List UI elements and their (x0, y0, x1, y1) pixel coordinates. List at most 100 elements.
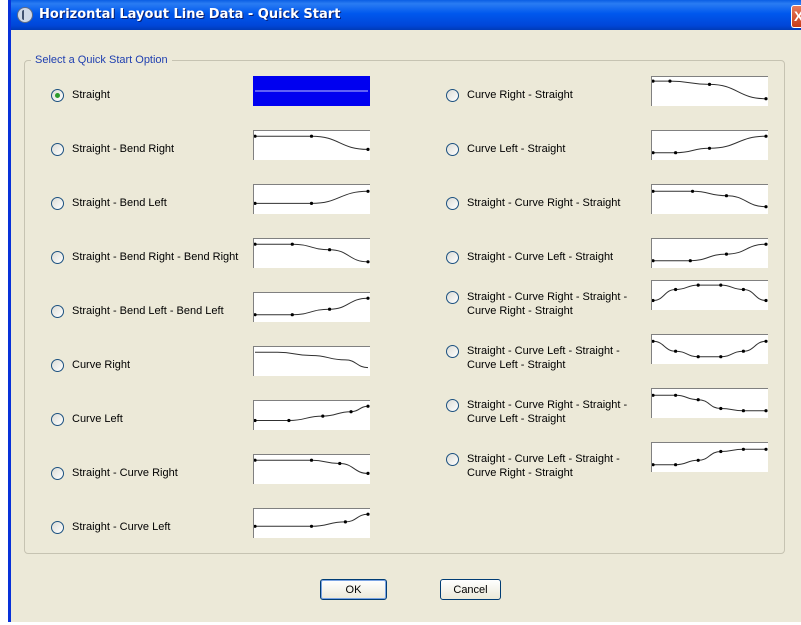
alignment-point (254, 313, 257, 317)
radio-button[interactable] (446, 453, 459, 466)
option-label: Straight - Bend Left (72, 197, 167, 209)
radio-button[interactable] (51, 467, 64, 480)
alignment-preview[interactable] (651, 184, 768, 214)
alignment-point (652, 463, 655, 467)
radio-button[interactable] (51, 359, 64, 372)
option-curve-right[interactable]: Curve Right (51, 358, 130, 372)
radio-button[interactable] (446, 399, 459, 412)
alignment-line (254, 405, 369, 421)
alignment-point (652, 151, 655, 155)
alignment-preview-graphic (652, 79, 768, 101)
alignment-preview[interactable] (651, 76, 768, 106)
option-straight-bend-left[interactable]: Straight - Bend Left (51, 196, 167, 210)
alignment-preview-graphic (254, 512, 370, 528)
option-straight-curve-left-straight-curve-left-straight[interactable]: Straight - Curve Left - Straight - Curve… (446, 344, 620, 372)
alignment-preview[interactable] (253, 238, 370, 268)
radio-button[interactable] (51, 89, 64, 102)
alignment-line (653, 135, 767, 154)
alignment-point (254, 524, 257, 528)
option-curve-left[interactable]: Curve Left (51, 412, 123, 426)
alignment-point (764, 205, 768, 209)
alignment-preview[interactable] (253, 130, 370, 160)
alignment-preview[interactable] (651, 130, 768, 160)
option-straight-bend-right[interactable]: Straight - Bend Right (51, 142, 174, 156)
alignment-point (674, 151, 678, 155)
option-label: Straight - Bend Right (72, 143, 175, 155)
option-label: Straight - Curve Left - Straight - Curve… (467, 453, 620, 479)
alignment-point (366, 260, 370, 264)
alignment-point (707, 82, 712, 86)
option-label: Curve Right (72, 359, 131, 371)
alignment-line (653, 190, 767, 208)
alignment-line (255, 135, 369, 150)
option-straight[interactable]: Straight (51, 88, 110, 102)
alignment-preview-graphic (652, 189, 768, 209)
option-label: Straight - Curve Right - Straight - Curv… (467, 291, 628, 317)
alignment-point (290, 313, 294, 317)
radio-button[interactable] (51, 197, 64, 210)
alignment-preview[interactable] (253, 454, 370, 484)
option-straight-curve-left-straight[interactable]: Straight - Curve Left - Straight (446, 250, 613, 264)
alignment-point (741, 409, 745, 413)
alignment-point (290, 242, 294, 246)
alignment-point (652, 339, 655, 343)
alignment-preview[interactable] (253, 292, 370, 322)
alignment-line (255, 513, 369, 527)
option-straight-curve-right-straight-curve-left-straight[interactable]: Straight - Curve Right - Straight - Curv… (446, 398, 627, 426)
alignment-point (764, 134, 768, 138)
option-straight-curve-left-straight-curve-right-straight[interactable]: Straight - Curve Left - Straight - Curve… (446, 452, 620, 480)
radio-button[interactable] (51, 413, 64, 426)
alignment-point (741, 447, 745, 451)
radio-button[interactable] (446, 197, 459, 210)
option-label: Curve Left (72, 413, 123, 425)
radio-button[interactable] (51, 521, 64, 534)
option-straight-curve-left[interactable]: Straight - Curve Left (51, 520, 170, 534)
cancel-button[interactable]: Cancel (440, 579, 501, 600)
option-straight-curve-right[interactable]: Straight - Curve Right (51, 466, 178, 480)
alignment-preview-graphic (255, 90, 368, 92)
alignment-point (254, 242, 257, 246)
option-curve-right-straight[interactable]: Curve Right - Straight (446, 88, 573, 102)
radio-button[interactable] (51, 305, 64, 318)
alignment-preview[interactable] (651, 388, 768, 418)
alignment-preview-graphic (652, 447, 768, 467)
radio-button[interactable] (446, 251, 459, 264)
alignment-preview-graphic (652, 393, 768, 413)
group-label: Select a Quick Start Option (31, 54, 172, 66)
radio-button[interactable] (51, 143, 64, 156)
alignment-preview[interactable] (651, 238, 768, 268)
alignment-point (719, 449, 723, 454)
radio-button[interactable] (446, 291, 459, 304)
option-straight-bend-left-bend-left[interactable]: Straight - Bend Left - Bend Left (51, 304, 224, 318)
alignment-preview[interactable] (253, 184, 370, 214)
option-straight-curve-right-straight-curve-right-straight[interactable]: Straight - Curve Right - Straight - Curv… (446, 290, 627, 318)
option-straight-curve-right-straight[interactable]: Straight - Curve Right - Straight (446, 196, 620, 210)
alignment-preview[interactable] (253, 76, 370, 106)
alignment-point (764, 298, 768, 303)
radio-button[interactable] (446, 345, 459, 358)
close-button[interactable]: X (791, 5, 801, 28)
alignment-line (255, 351, 369, 369)
option-curve-left-straight[interactable]: Curve Left - Straight (446, 142, 565, 156)
option-label: Straight - Bend Right - Bend Right (72, 251, 239, 263)
alignment-preview[interactable] (253, 508, 370, 538)
title-bar[interactable]: Horizontal Layout Line Data - Quick Star… (11, 0, 801, 30)
alignment-point (696, 458, 700, 462)
alignment-preview[interactable] (651, 334, 768, 364)
alignment-point (349, 410, 353, 414)
alignment-point (327, 248, 332, 252)
option-label: Curve Left - Straight (467, 143, 566, 155)
radio-button[interactable] (446, 89, 459, 102)
option-straight-bend-right-bend-right[interactable]: Straight - Bend Right - Bend Right (51, 250, 238, 264)
radio-button[interactable] (446, 143, 459, 156)
alignment-preview[interactable] (253, 400, 370, 430)
alignment-point (366, 404, 370, 408)
alignment-point (309, 524, 314, 528)
radio-button[interactable] (51, 251, 64, 264)
alignment-preview[interactable] (253, 346, 370, 376)
alignment-point (366, 189, 370, 193)
alignment-preview[interactable] (651, 280, 768, 310)
ok-button[interactable]: OK (320, 579, 387, 600)
alignment-preview[interactable] (651, 442, 768, 472)
alignment-preview-graphic (254, 458, 370, 475)
